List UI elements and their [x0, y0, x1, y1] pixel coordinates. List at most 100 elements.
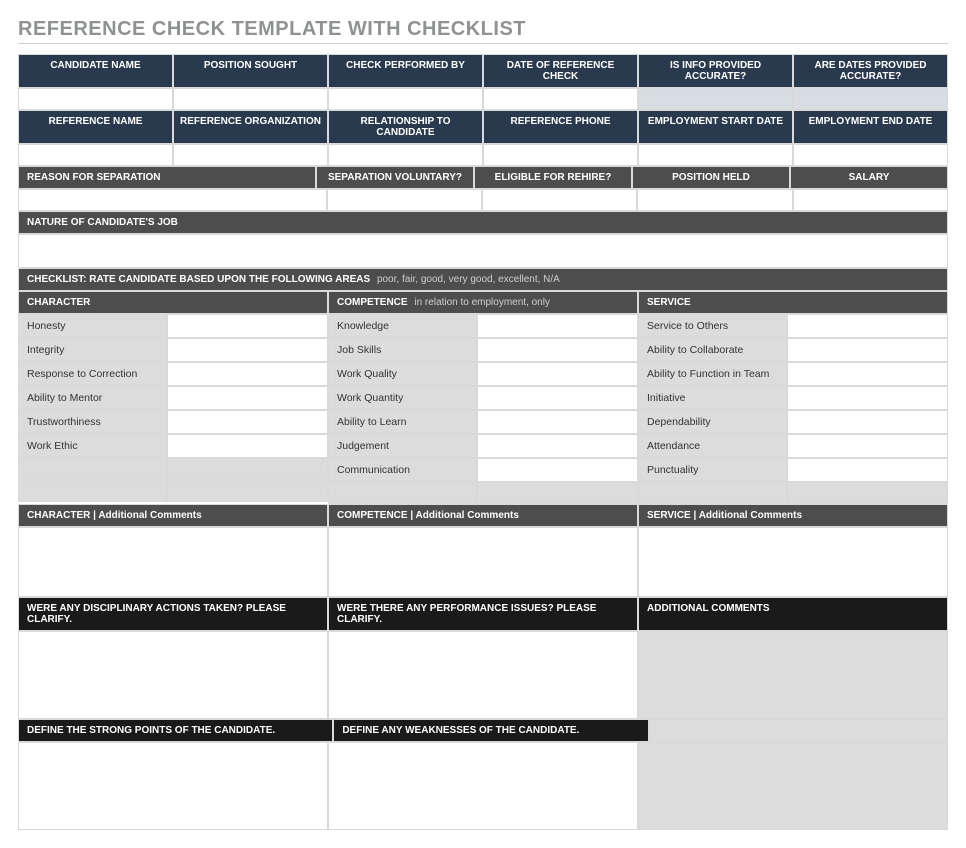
competence-item-label: Ability to Learn — [328, 410, 477, 434]
input-rehire[interactable] — [482, 189, 637, 211]
input-reason-separation[interactable] — [18, 189, 327, 211]
service-item-label: Dependability — [638, 410, 787, 434]
competence-item-label — [328, 482, 477, 504]
hdr-voluntary: SEPARATION VOLUNTARY? — [316, 166, 474, 189]
competence-item-value[interactable] — [477, 362, 638, 386]
hdr-emp-end: EMPLOYMENT END DATE — [793, 110, 948, 144]
competence-item-value[interactable] — [477, 338, 638, 362]
hdr-check-performed-by: CHECK PERFORMED BY — [328, 54, 483, 88]
input-service-comments[interactable] — [638, 527, 948, 597]
service-item-value[interactable] — [787, 338, 948, 362]
character-item-label — [18, 480, 167, 502]
input-reference-phone[interactable] — [483, 144, 638, 166]
checklist-header-row: CHECKLIST: RATE CANDIDATE BASED UPON THE… — [18, 268, 948, 291]
checklist-title: CHECKLIST: RATE CANDIDATE BASED UPON THE… — [27, 274, 370, 285]
input-check-performed-by[interactable] — [328, 88, 483, 110]
lower-input-row-1 — [18, 631, 948, 719]
service-item-value[interactable] — [787, 386, 948, 410]
hdr-candidate-name: CANDIDATE NAME — [18, 54, 173, 88]
input-disciplinary[interactable] — [18, 631, 328, 719]
input-candidate-name[interactable] — [18, 88, 173, 110]
reference-input-row — [18, 144, 948, 166]
hdr-position-held: POSITION HELD — [632, 166, 790, 189]
character-item-value[interactable] — [167, 410, 328, 434]
character-item-value[interactable] — [167, 386, 328, 410]
input-dates-accurate[interactable] — [793, 88, 948, 110]
checklist-competence-col: KnowledgeJob SkillsWork QualityWork Quan… — [328, 314, 638, 504]
comments-input-row — [18, 527, 948, 597]
character-item-label: Ability to Mentor — [18, 386, 167, 410]
service-item-value[interactable] — [787, 314, 948, 338]
service-item-label — [638, 482, 787, 504]
service-item-label: Punctuality — [638, 458, 787, 482]
input-salary[interactable] — [793, 189, 948, 211]
hdr-strong: DEFINE THE STRONG POINTS OF THE CANDIDAT… — [18, 719, 333, 742]
character-item-label: Honesty — [18, 314, 167, 338]
service-item-value[interactable] — [787, 410, 948, 434]
checklist-col-headers: CHARACTER COMPETENCE in relation to empl… — [18, 291, 948, 314]
character-item-value[interactable] — [167, 362, 328, 386]
hdr-character: CHARACTER — [18, 291, 328, 314]
page-title: REFERENCE CHECK TEMPLATE WITH CHECKLIST — [18, 18, 948, 44]
service-item-label: Ability to Collaborate — [638, 338, 787, 362]
additional-continued-2[interactable] — [638, 742, 948, 830]
comments-header-row: CHARACTER | Additional Comments COMPETEN… — [18, 504, 948, 527]
col-character-title: CHARACTER — [27, 297, 90, 308]
service-item-label: Attendance — [638, 434, 787, 458]
col-competence-title: COMPETENCE — [337, 297, 408, 308]
competence-item-label: Communication — [328, 458, 477, 482]
nature-header-row: NATURE OF CANDIDATE'S JOB — [18, 211, 948, 234]
input-reference-name[interactable] — [18, 144, 173, 166]
hdr-relationship: RELATIONSHIP TO CANDIDATE — [328, 110, 483, 144]
input-position-held[interactable] — [637, 189, 792, 211]
service-item-value[interactable] — [787, 458, 948, 482]
hdr-checklist: CHECKLIST: RATE CANDIDATE BASED UPON THE… — [18, 268, 948, 291]
competence-item-value[interactable] — [477, 458, 638, 482]
input-info-accurate[interactable] — [638, 88, 793, 110]
competence-item-value — [477, 482, 638, 504]
character-item-value[interactable] — [167, 314, 328, 338]
service-item-value[interactable] — [787, 362, 948, 386]
hdr-dates-accurate: ARE DATES PROVIDED ACCURATE? — [793, 54, 948, 88]
input-relationship[interactable] — [328, 144, 483, 166]
separation-header-row: REASON FOR SEPARATION SEPARATION VOLUNTA… — [18, 166, 948, 189]
character-item-value[interactable] — [167, 338, 328, 362]
input-date-of-ref-check[interactable] — [483, 88, 638, 110]
competence-item-value[interactable] — [477, 386, 638, 410]
competence-item-value[interactable] — [477, 314, 638, 338]
checklist-service-col: Service to OthersAbility to Collaborate A… — [638, 314, 948, 504]
additional-continued-1[interactable] — [649, 719, 948, 742]
input-competence-comments[interactable] — [328, 527, 638, 597]
competence-item-value[interactable] — [477, 410, 638, 434]
candidate-input-row — [18, 88, 948, 110]
hdr-info-accurate: IS INFO PROVIDED ACCURATE? — [638, 54, 793, 88]
hdr-reference-phone: REFERENCE PHONE — [483, 110, 638, 144]
input-emp-end[interactable] — [793, 144, 948, 166]
input-additional[interactable] — [638, 631, 948, 719]
character-item-label: Response to Correction — [18, 362, 167, 386]
competence-item-value[interactable] — [477, 434, 638, 458]
service-item-label: Service to Others — [638, 314, 787, 338]
hdr-weak: DEFINE ANY WEAKNESSES OF THE CANDIDATE. — [333, 719, 648, 742]
hdr-reference-org: REFERENCE ORGANIZATION — [173, 110, 328, 144]
input-emp-start[interactable] — [638, 144, 793, 166]
character-item-label: Work Ethic — [18, 434, 167, 458]
col-competence-sub: in relation to employment, only — [414, 297, 550, 308]
input-strong[interactable] — [18, 742, 328, 830]
character-item-value[interactable] — [167, 434, 328, 458]
service-item-value[interactable] — [787, 434, 948, 458]
lower-header-row-1: WERE ANY DISCIPLINARY ACTIONS TAKEN? PLE… — [18, 597, 948, 631]
reference-header-row: REFERENCE NAME REFERENCE ORGANIZATION RE… — [18, 110, 948, 144]
input-nature[interactable] — [18, 234, 948, 268]
input-voluntary[interactable] — [327, 189, 482, 211]
lower-input-row-2 — [18, 742, 948, 830]
input-reference-org[interactable] — [173, 144, 328, 166]
col-service-title: SERVICE — [647, 297, 691, 308]
input-weak[interactable] — [328, 742, 638, 830]
input-position-sought[interactable] — [173, 88, 328, 110]
hdr-date-of-ref-check: DATE OF REFERENCE CHECK — [483, 54, 638, 88]
input-character-comments[interactable] — [18, 527, 328, 597]
lower-header-row-2: DEFINE THE STRONG POINTS OF THE CANDIDAT… — [18, 719, 948, 742]
input-performance[interactable] — [328, 631, 638, 719]
competence-item-label: Job Skills — [328, 338, 477, 362]
